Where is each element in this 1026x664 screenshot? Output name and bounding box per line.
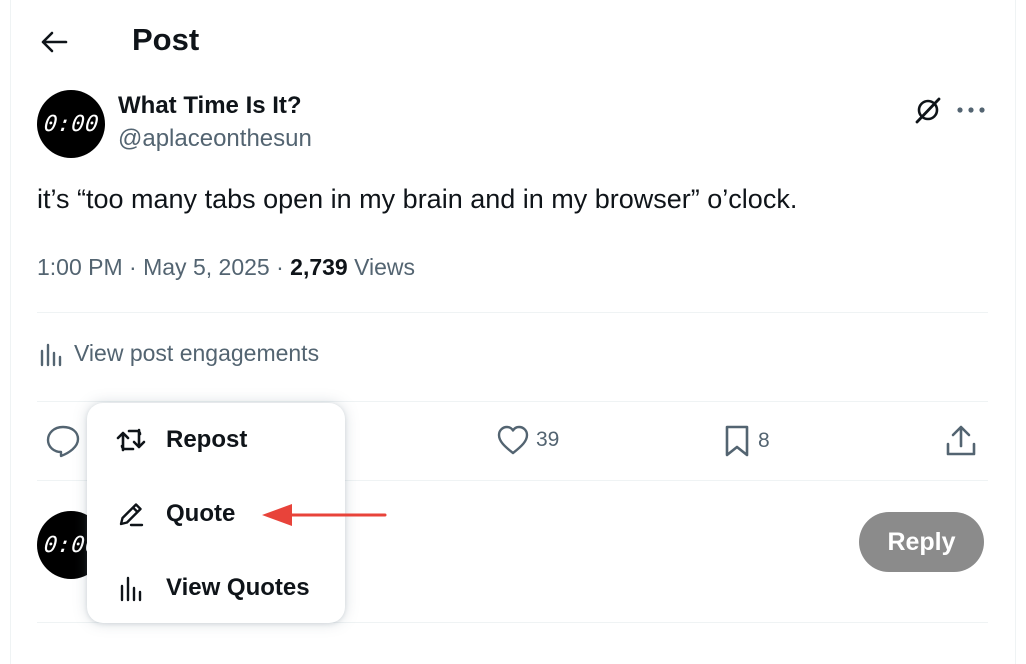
annotation-arrow-icon [262, 504, 387, 526]
back-arrow-icon [41, 31, 68, 53]
post-time[interactable]: 1:00 PM [37, 254, 123, 280]
meta-separator: · [276, 254, 284, 280]
grok-button[interactable] [912, 94, 944, 126]
divider [37, 401, 988, 402]
page-title: Post [132, 22, 200, 57]
frame-border-left [10, 0, 11, 664]
comment-icon [46, 425, 80, 458]
bookmark-icon [725, 425, 749, 457]
divider [37, 312, 988, 313]
author-avatar[interactable]: 0:00 [37, 90, 105, 158]
frame-border-right [1015, 0, 1016, 664]
menu-item-label: View Quotes [166, 574, 310, 601]
more-options-button[interactable] [954, 94, 988, 126]
bar-chart-icon [115, 572, 147, 604]
menu-item-repost[interactable]: Repost [87, 405, 345, 475]
post-meta: 1:00 PM · May 5, 2025 · 2,739 Views [37, 254, 415, 281]
meta-separator: · [129, 254, 137, 280]
avatar-clock-text: 0:00 [42, 111, 100, 137]
bookmark-action[interactable]: 8 [722, 424, 770, 458]
engagements-label: View post engagements [74, 340, 320, 366]
views-label: Views [354, 254, 416, 280]
views-count: 2,739 [290, 254, 348, 280]
view-engagements-link[interactable]: View post engagements [38, 340, 319, 367]
analytics-icon [40, 343, 62, 366]
more-dots-icon [957, 107, 985, 113]
like-count: 39 [536, 428, 560, 451]
pencil-icon [115, 498, 147, 530]
menu-item-label: Repost [166, 426, 248, 453]
author-handle[interactable]: @aplaceonthesun [118, 125, 312, 153]
reply-action[interactable] [45, 424, 81, 458]
repost-icon [115, 424, 147, 456]
post-text: it’s “too many tabs open in my brain and… [37, 184, 798, 214]
back-button[interactable] [36, 26, 72, 58]
like-action[interactable]: 39 [496, 424, 559, 456]
heart-icon [497, 425, 529, 455]
reply-button[interactable]: Reply [859, 512, 984, 572]
author-name[interactable]: What Time Is It? [118, 92, 302, 120]
menu-item-label: Quote [166, 500, 236, 527]
post-date[interactable]: May 5, 2025 [143, 254, 270, 280]
grok-icon [915, 97, 941, 124]
menu-item-view-quotes[interactable]: View Quotes [87, 553, 345, 623]
share-icon [946, 425, 976, 456]
bookmark-count: 8 [758, 429, 770, 452]
share-action[interactable] [944, 424, 978, 458]
